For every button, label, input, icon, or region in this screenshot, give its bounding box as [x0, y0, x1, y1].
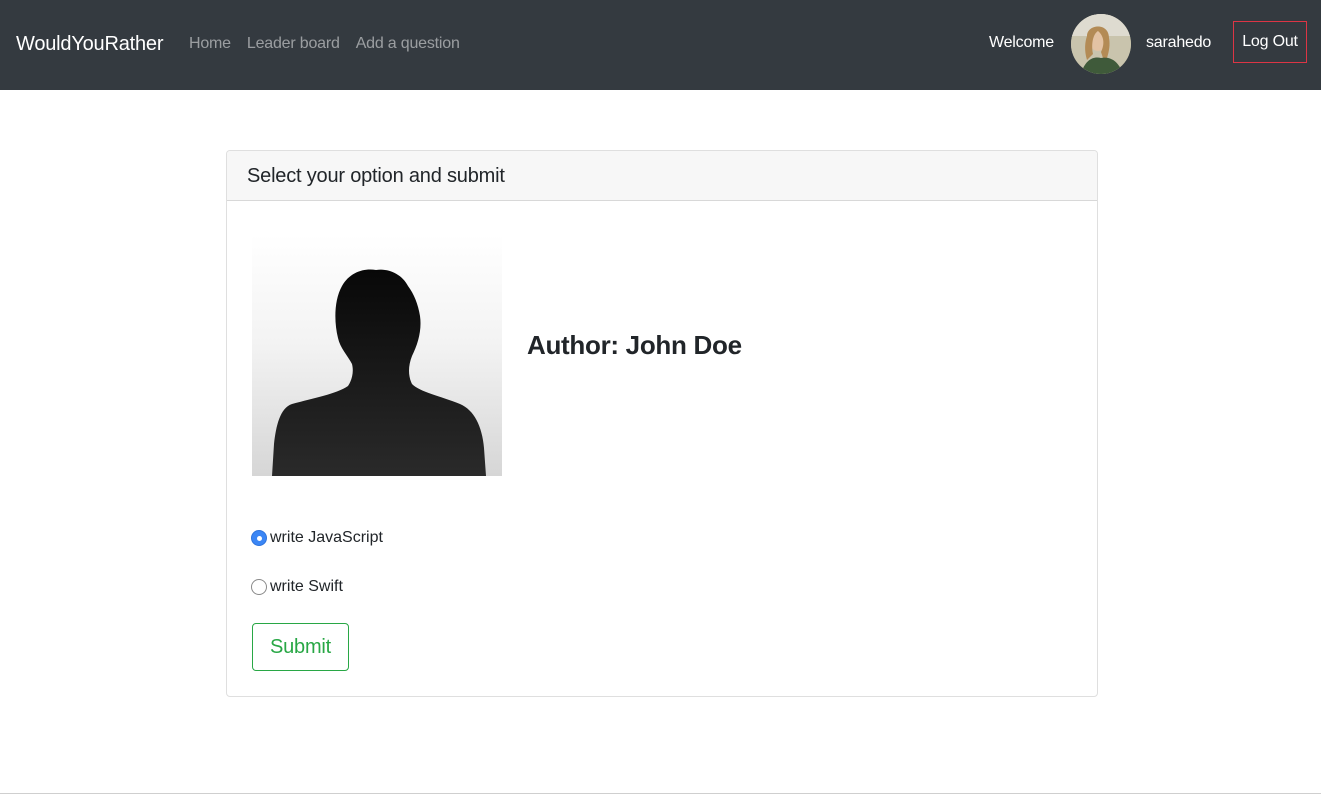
option-swift[interactable]: write Swift [251, 576, 343, 598]
brand-link[interactable]: WouldYouRather [16, 31, 164, 57]
submit-button[interactable]: Submit [252, 623, 349, 671]
top-navbar: WouldYouRather Home Leader board Add a q… [0, 0, 1321, 90]
username-text: sarahedo [1146, 34, 1212, 51]
logout-button[interactable]: Log Out [1233, 21, 1307, 63]
nav-link-add-question[interactable]: Add a question [356, 33, 460, 55]
page-bottom-divider [0, 793, 1321, 794]
question-card: Select your option and submit Author: Jo… [226, 150, 1098, 697]
author-name: Author: John Doe [527, 330, 742, 360]
nav-link-home[interactable]: Home [189, 33, 231, 55]
option-label: write JavaScript [270, 529, 383, 546]
radio-swift[interactable] [251, 579, 267, 595]
option-javascript[interactable]: write JavaScript [251, 527, 383, 549]
card-header: Select your option and submit [227, 151, 1097, 201]
author-avatar [252, 234, 502, 476]
user-avatar [1071, 14, 1131, 74]
person-silhouette-icon [272, 269, 486, 476]
user-photo-icon [1071, 14, 1131, 74]
nav-link-leader-board[interactable]: Leader board [247, 33, 340, 55]
nav-links: Home Leader board Add a question [189, 33, 476, 55]
welcome-text: Welcome [989, 34, 1054, 51]
option-label: write Swift [270, 578, 343, 595]
radio-javascript[interactable] [251, 530, 267, 546]
